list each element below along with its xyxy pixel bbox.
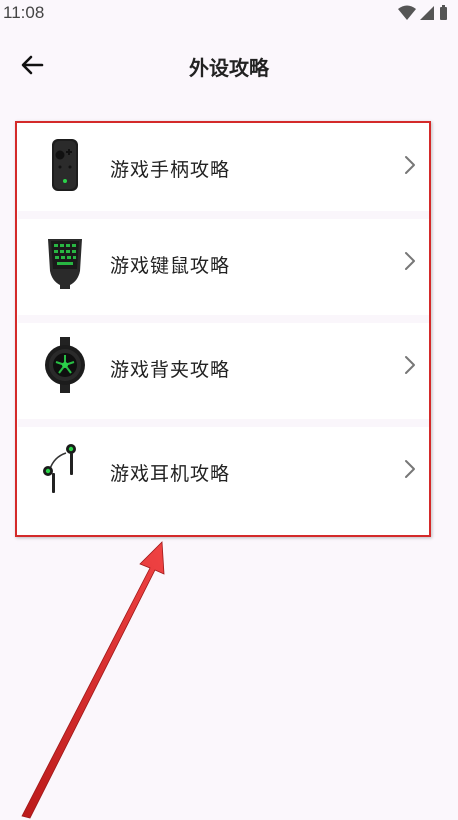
gamepad-icon <box>52 139 78 191</box>
list-item-cooling-clip-guide[interactable]: 游戏背夹攻略 <box>16 323 430 419</box>
keypad-icon <box>48 239 82 289</box>
status-time: 11:08 <box>3 3 45 22</box>
header: 外设攻略 <box>0 30 458 100</box>
chevron-right-icon <box>405 252 415 270</box>
chevron-right-icon <box>405 460 415 478</box>
battery-icon <box>440 5 447 20</box>
earphones-icon <box>43 444 76 493</box>
list-item-label: 游戏手柄攻略 <box>110 159 231 181</box>
status-icons <box>398 5 447 20</box>
list-item-earphones-guide[interactable]: 游戏耳机攻略 <box>16 427 430 523</box>
wifi-icon <box>398 5 416 20</box>
list-item-keypad-guide[interactable]: 游戏键鼠攻略 <box>16 219 430 315</box>
divider <box>18 419 430 427</box>
list-item-label: 游戏背夹攻略 <box>110 359 231 381</box>
chevron-right-icon <box>405 156 415 174</box>
list-item-label: 游戏耳机攻略 <box>110 463 231 485</box>
status-bar: 11:08 <box>0 0 458 30</box>
chevron-right-icon <box>405 356 415 374</box>
list-item-gamepad-guide[interactable]: 游戏手柄攻略 <box>16 123 430 219</box>
divider <box>18 315 430 323</box>
divider <box>18 211 430 219</box>
signal-icon <box>420 6 434 20</box>
list-item-label: 游戏键鼠攻略 <box>110 255 231 277</box>
cooling-clip-icon <box>45 337 85 393</box>
page-title: 外设攻略 <box>189 56 269 80</box>
